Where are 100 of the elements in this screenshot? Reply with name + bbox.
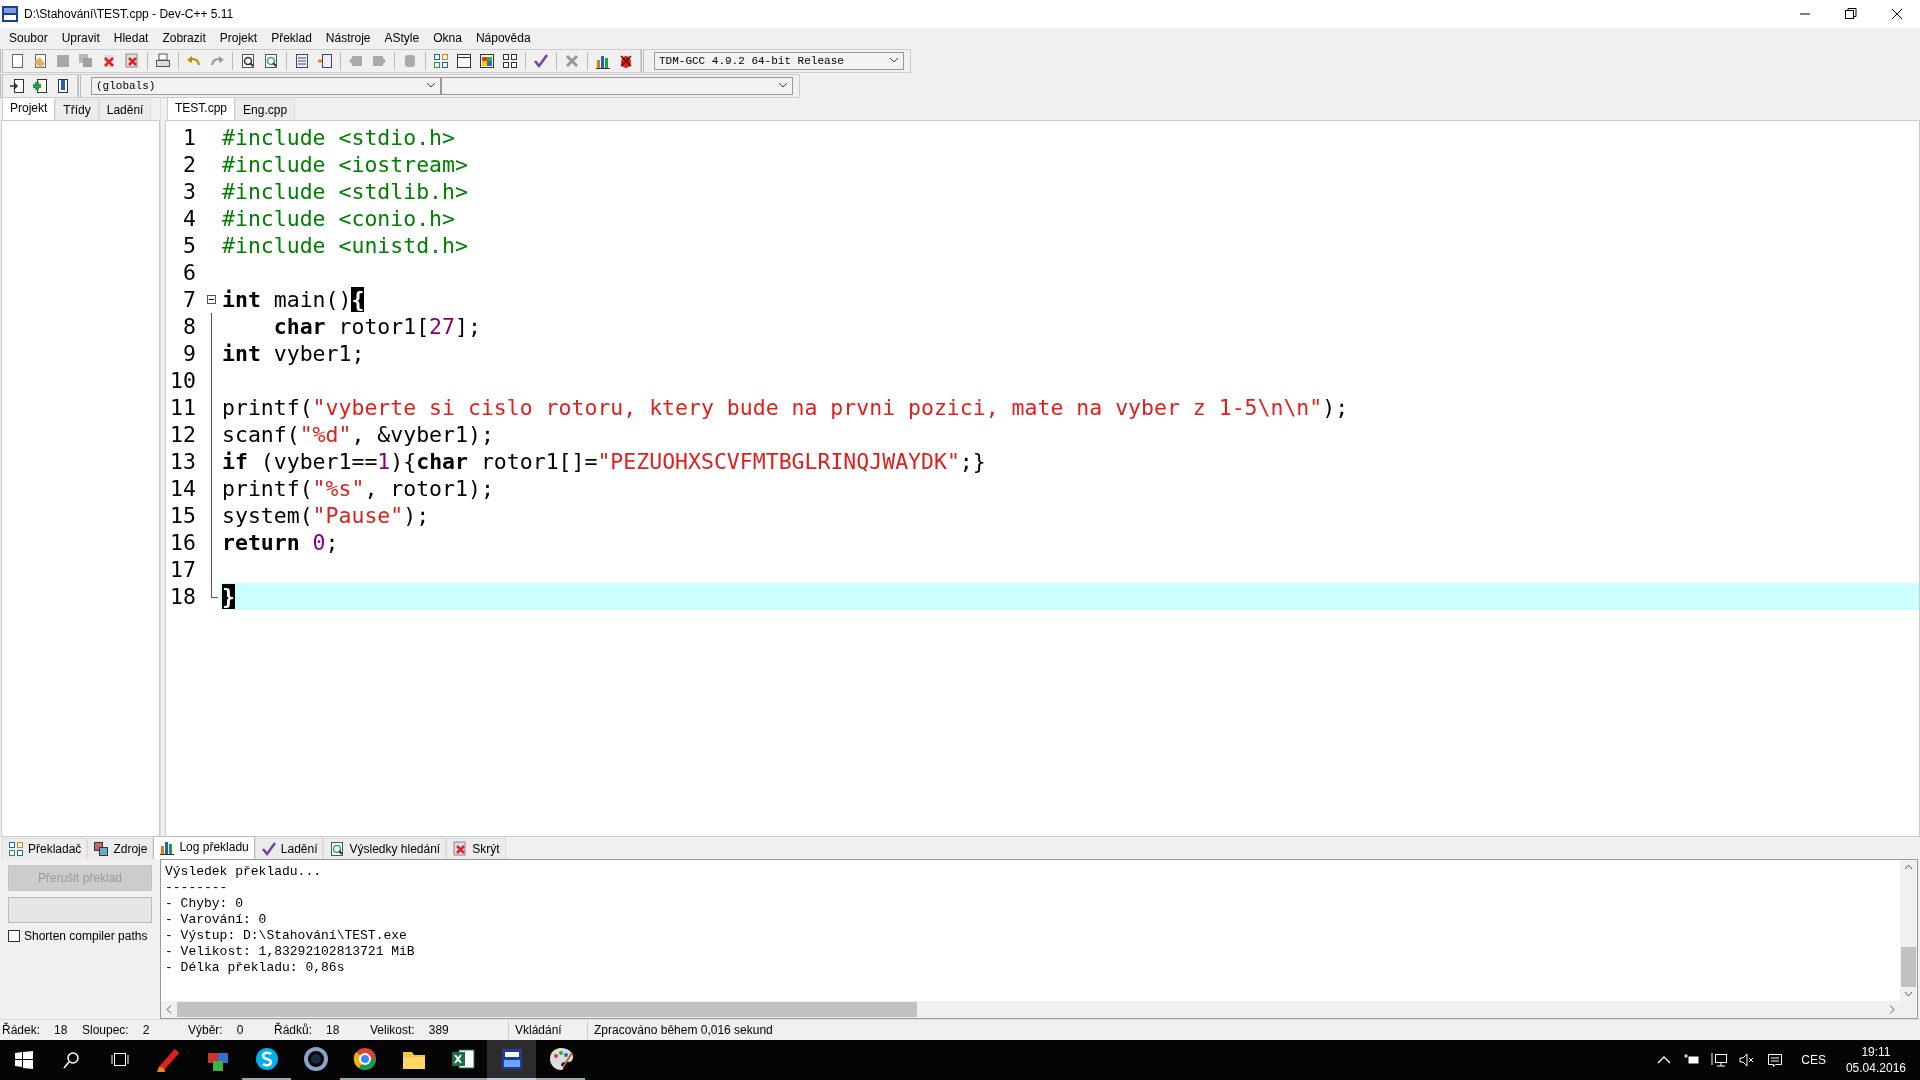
add-icon[interactable] [32, 77, 48, 94]
indent-icon[interactable] [294, 52, 310, 69]
code-line: #include <iostream> [221, 150, 469, 178]
status-value: 18 [326, 1023, 340, 1038]
menu-item[interactable]: Hledat [106, 30, 156, 45]
window-title: D:\Stahování\TEST.cpp - Dev-C++ 5.11 [24, 7, 235, 21]
close-page-icon[interactable] [101, 52, 117, 69]
log-line: - Délka překladu: 0,86s [165, 960, 346, 977]
replace-icon[interactable] [263, 52, 279, 69]
menu-item[interactable]: AStyle [377, 30, 427, 45]
line-number: 12 [169, 420, 197, 448]
line-number: 5 [182, 231, 197, 259]
code-line: #include <stdlib.h> [221, 177, 469, 205]
code-line: printf("vyberte si cislo rotoru, ktery bude na prvni pozici, mate na vyber z 1-5\n\n"); [221, 393, 1350, 421]
tab[interactable]: Ladění [98, 98, 152, 120]
code-line: #include <conio.h> [221, 204, 456, 232]
menu-item[interactable]: Nástroje [318, 30, 378, 45]
muted-speaker-icon[interactable] [1739, 1052, 1756, 1069]
taskbar-button[interactable] [487, 1040, 536, 1080]
search-icon[interactable] [63, 1051, 81, 1070]
replace-icon [329, 841, 346, 858]
fold-marker-icon[interactable] [207, 294, 216, 304]
tab[interactable]: TEST.cpp [167, 96, 236, 120]
tab[interactable]: Skrýt [446, 838, 506, 860]
network-icon[interactable] [1711, 1052, 1728, 1069]
unindent-icon[interactable] [317, 52, 333, 69]
line-number: 6 [182, 258, 197, 286]
close-all-icon[interactable] [124, 52, 140, 69]
insert-icon[interactable] [9, 77, 25, 94]
find-icon[interactable] [240, 52, 256, 69]
status-label: Řádek: [2, 1023, 41, 1038]
close-icon[interactable] [1891, 8, 1903, 20]
line-number: 11 [169, 393, 197, 421]
tab[interactable]: Překladač [2, 838, 88, 860]
status-label: Velikost: [370, 1023, 415, 1038]
line-number: 10 [169, 366, 197, 394]
check-icon[interactable] [533, 52, 549, 69]
menu-item[interactable]: Překlad [264, 30, 319, 45]
log-line: Výsledek překladu... [165, 864, 323, 881]
print-icon[interactable] [155, 52, 171, 69]
color-window-icon[interactable] [479, 52, 495, 69]
status-value: 389 [428, 1023, 449, 1038]
windows-icon[interactable] [15, 1051, 33, 1070]
tab[interactable]: Projekt [2, 96, 56, 120]
line-number: 14 [169, 474, 197, 502]
grid-icon[interactable] [433, 52, 449, 69]
status-value: 18 [54, 1023, 68, 1038]
page-icon[interactable] [9, 52, 25, 69]
tab[interactable]: Zdroje [87, 838, 154, 860]
checkbox-label: Shorten compiler paths [24, 929, 148, 944]
check-icon [260, 841, 277, 858]
notification-icon[interactable] [1767, 1052, 1784, 1069]
status-message: Zpracováno během 0,016 sekund [587, 1021, 773, 1040]
log-line: - Výstup: D:\Stahování\TEST.exe [165, 928, 408, 945]
scope-dropdown[interactable]: (globals) [91, 76, 441, 95]
code-line: system("Pause"); [221, 501, 431, 529]
cubes-icon [93, 841, 110, 858]
bar-chart-icon [159, 839, 176, 856]
tab[interactable]: Log překladu [153, 836, 255, 860]
menu-item[interactable]: Soubor [2, 30, 55, 45]
code-line: #include <unistd.h> [221, 231, 469, 259]
menu-item[interactable]: Nápověda [468, 30, 538, 45]
bug-icon[interactable] [618, 52, 634, 69]
function-dropdown[interactable] [441, 76, 793, 95]
code-line: #include <stdio.h> [221, 123, 456, 151]
code-line: if (vyber1==1){char rotor1[]="PEZUOHXSCVFMTBGLRINQJWAYDK";} [221, 447, 987, 475]
code-line: char rotor1[27]; [272, 312, 482, 340]
menu-item[interactable]: Zobrazit [155, 30, 213, 45]
code-line: scanf("%d", &vyber1); [221, 420, 495, 448]
tab[interactable]: Třídy [55, 98, 99, 120]
status-label: Řádků: [274, 1023, 313, 1038]
checkbox[interactable] [8, 930, 20, 943]
code-line: return 0; [221, 528, 340, 556]
line-number: 1 [182, 123, 197, 151]
caret-icon [889, 57, 899, 65]
tile-icon[interactable] [502, 52, 518, 69]
line-number: 2 [182, 150, 197, 178]
vertical-scrollbar[interactable] [1900, 860, 1917, 1002]
bookmark-page-icon[interactable] [55, 77, 71, 94]
menu-item[interactable]: Upravit [54, 30, 107, 45]
status-label: Sloupec: [82, 1023, 129, 1038]
menu-item[interactable]: Projekt [212, 30, 265, 45]
tab[interactable]: Eng.cpp [235, 98, 296, 120]
open-page-icon[interactable] [32, 52, 48, 69]
clock[interactable]: 19:11 05.04.2016 [1845, 1044, 1906, 1077]
menu-item[interactable]: Okna [426, 30, 469, 45]
line-number: 17 [169, 555, 197, 583]
restore-icon[interactable] [1845, 8, 1857, 20]
log-line: - Varování: 0 [165, 912, 268, 929]
line-number: 18 [169, 582, 197, 610]
window-icon[interactable] [456, 52, 472, 69]
status-value: 0 [236, 1023, 244, 1038]
log-line: - Chyby: 0 [165, 896, 244, 913]
tab[interactable]: Výsledky hledání [323, 838, 447, 860]
language-indicator[interactable]: CES [1801, 1053, 1826, 1068]
line-number: 7 [182, 285, 197, 313]
compiler-dropdown[interactable]: TDM-GCC 4.9.2 64-bit Release [654, 51, 904, 70]
code-line: printf("%s", rotor1); [221, 474, 495, 502]
tab[interactable]: Ladění [254, 838, 324, 860]
caret-icon [778, 82, 788, 90]
